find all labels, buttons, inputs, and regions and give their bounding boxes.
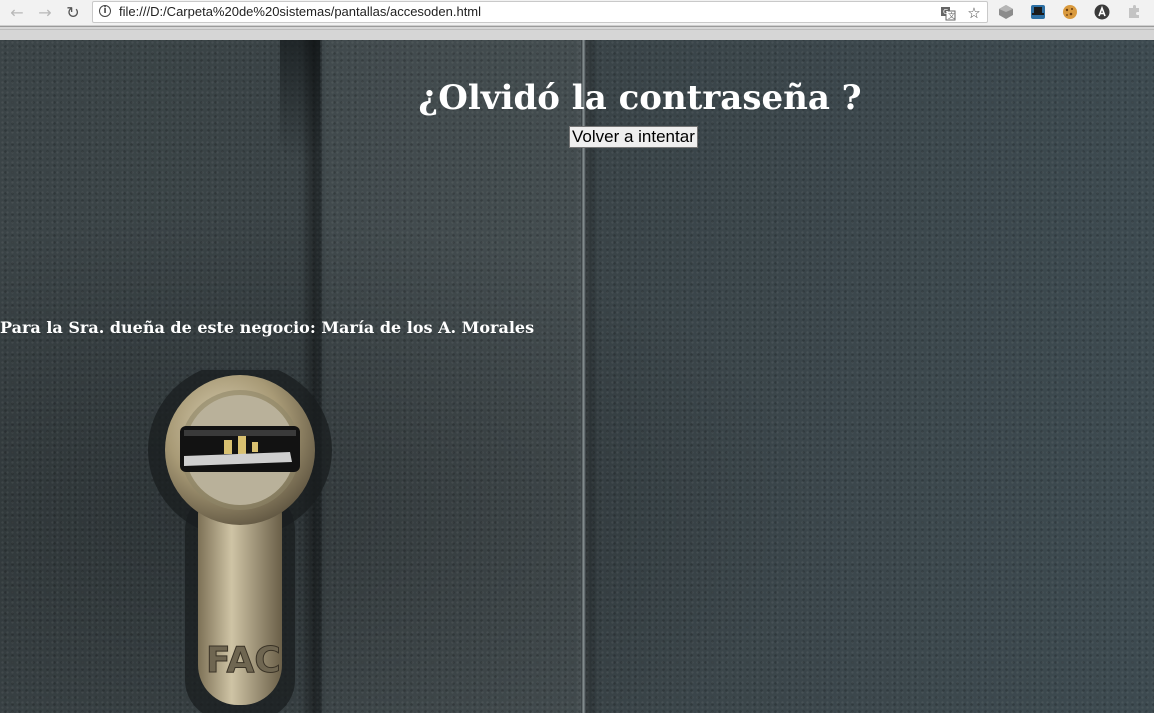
lock-brand-text: FAC (206, 640, 281, 681)
info-icon[interactable]: i (99, 5, 111, 17)
star-icon[interactable]: ☆ (965, 4, 983, 22)
translate-icon[interactable]: G 文 (939, 4, 957, 22)
cookie-icon[interactable] (1061, 3, 1079, 21)
reload-icon: ↻ (66, 3, 80, 22)
toolbar-border (0, 26, 1154, 40)
back-button[interactable]: ← (6, 2, 28, 24)
puzzle-icon[interactable] (1125, 3, 1143, 21)
dedication-text: Para la Sra. dueña de este negocio: Marí… (0, 318, 535, 337)
address-bar[interactable]: i file:///D:/Carpeta%20de%20sistemas/pan… (92, 1, 988, 23)
extension-cube-icon[interactable] (997, 3, 1015, 21)
door-lock-image: FAC (140, 362, 340, 713)
forward-button[interactable]: → (34, 2, 56, 24)
retry-button[interactable]: Volver a intentar (569, 126, 698, 148)
extension-a-icon[interactable] (1093, 3, 1111, 21)
reload-button[interactable]: ↻ (62, 2, 84, 24)
arrow-left-icon: ← (10, 3, 24, 22)
url-text[interactable]: file:///D:/Carpeta%20de%20sistemas/panta… (119, 4, 481, 19)
browser-toolbar: ← → ↻ i file:///D:/Carpeta%20de%20sistem… (0, 0, 1154, 26)
svg-text:文: 文 (948, 11, 955, 20)
page-content: FAC ¿Olvidó la contraseña ? Volver a int… (0, 40, 1154, 713)
extension-hat-icon[interactable] (1029, 3, 1047, 21)
arrow-right-icon: → (38, 3, 52, 22)
page-title: ¿Olvidó la contraseña ? (418, 78, 862, 118)
